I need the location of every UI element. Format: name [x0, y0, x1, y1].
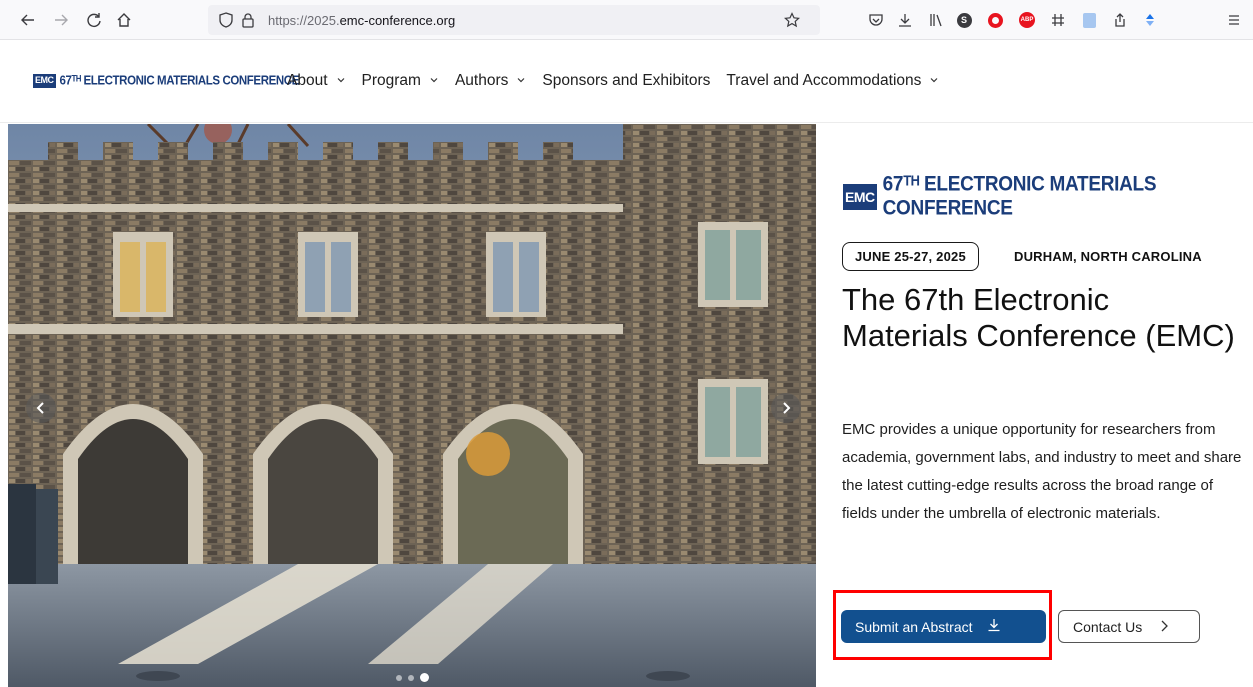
adblock-icon[interactable]: ABP — [1017, 10, 1037, 30]
download-icon[interactable] — [895, 10, 915, 30]
menu-icon[interactable] — [1224, 10, 1244, 30]
carousel-dots — [396, 673, 429, 682]
chevron-down-icon — [429, 75, 439, 88]
carousel-dot[interactable] — [396, 674, 402, 681]
share-icon[interactable] — [1110, 10, 1130, 30]
url-bar[interactable]: https://2025.emc-conference.org — [208, 5, 820, 35]
back-icon[interactable] — [18, 10, 38, 30]
nav-label: Program — [361, 72, 421, 89]
home-icon[interactable] — [114, 10, 134, 30]
pocket-icon[interactable] — [866, 10, 886, 30]
opera-icon[interactable] — [985, 10, 1005, 30]
nav-item-program[interactable]: Program — [362, 72, 439, 90]
hero-info-panel: EMC 67ᵀᴴ ELECTRONIC MATERIALS CONFERENCE… — [816, 124, 1253, 687]
extension-icon[interactable]: S — [954, 10, 974, 30]
page-title: The 67th Electronic Materials Conference… — [842, 282, 1235, 353]
nav-label: About — [287, 72, 328, 89]
lock-icon[interactable] — [238, 10, 258, 30]
nav-item-travel[interactable]: Travel and Accommodations — [726, 72, 939, 90]
library-icon[interactable] — [926, 10, 946, 30]
nav-item-sponsors[interactable]: Sponsors and Exhibitors — [542, 72, 710, 90]
chevron-right-icon — [1158, 619, 1170, 635]
carousel-dot[interactable] — [408, 674, 414, 681]
site-logo[interactable]: EMC 67ᵀᴴ ELECTRONIC MATERIALS CONFERENCE — [33, 73, 299, 89]
nav-label: Authors — [454, 72, 509, 89]
nav-item-about[interactable]: About — [287, 72, 346, 90]
hero-carousel — [8, 124, 816, 687]
carousel-dot-active[interactable] — [420, 673, 429, 682]
nav-item-authors[interactable]: Authors — [455, 72, 526, 90]
button-label: Contact Us — [1073, 618, 1143, 635]
forward-icon[interactable] — [51, 10, 71, 30]
description-text: EMC provides a unique opportunity for re… — [842, 421, 1242, 522]
shield-icon[interactable] — [216, 10, 236, 30]
extension-blue-icon[interactable] — [1140, 10, 1160, 30]
chevron-right-icon — [783, 402, 791, 414]
emc-badge: EMC — [33, 74, 56, 88]
site-header: EMC 67ᵀᴴ ELECTRONIC MATERIALS CONFERENCE… — [0, 41, 1253, 123]
hero-image — [8, 124, 816, 687]
reader-icon[interactable] — [1079, 10, 1099, 30]
main-nav: About Program Authors Sponsors and Exhib… — [287, 72, 955, 90]
download-icon — [987, 618, 1001, 635]
logo-text: 67ᵀᴴ ELECTRONIC MATERIALS CONFERENCE — [59, 74, 300, 88]
bookmark-star-icon[interactable] — [782, 10, 802, 30]
emc-badge: EMC — [843, 184, 877, 210]
chevron-down-icon — [516, 75, 526, 88]
carousel-prev-button[interactable] — [26, 393, 56, 423]
logo-text: 67ᵀᴴ ELECTRONIC MATERIALS CONFERENCE — [882, 172, 1157, 221]
location-text: DURHAM, NORTH CAROLINA — [1014, 249, 1202, 264]
browser-toolbar: https://2025.emc-conference.org S ABP — [0, 0, 1253, 40]
grid-icon[interactable] — [1048, 10, 1068, 30]
button-label: Submit an Abstract — [855, 618, 973, 635]
nav-label: Travel and Accommodations — [726, 72, 922, 89]
reload-icon[interactable] — [84, 10, 104, 30]
date-badge: JUNE 25-27, 2025 — [842, 242, 979, 271]
url-text: https://2025.emc-conference.org — [268, 13, 456, 28]
chevron-left-icon — [36, 402, 44, 414]
submit-abstract-button[interactable]: Submit an Abstract — [841, 610, 1046, 643]
contact-us-button[interactable]: Contact Us — [1058, 610, 1200, 643]
nav-label: Sponsors and Exhibitors — [542, 72, 711, 89]
chevron-down-icon — [929, 75, 939, 88]
carousel-next-button[interactable] — [771, 393, 801, 423]
conference-logo: EMC 67ᵀᴴ ELECTRONIC MATERIALS CONFERENCE — [843, 172, 1253, 221]
chevron-down-icon — [336, 75, 346, 88]
